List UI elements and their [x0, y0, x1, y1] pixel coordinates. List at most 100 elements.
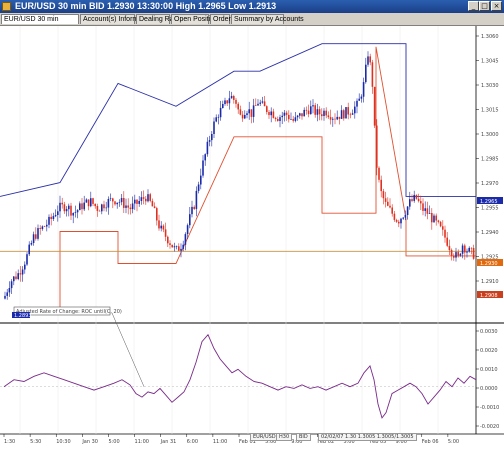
- candle-body: [63, 204, 66, 212]
- candle-body: [180, 248, 182, 251]
- candle-body: [338, 116, 341, 119]
- candle-body: [68, 205, 70, 210]
- minimize-button[interactable]: _: [468, 1, 479, 11]
- candle-body: [59, 202, 61, 212]
- chart-canvas[interactable]: 0.0030 0.0020 0.0010 0.0000 -0.0010 -0.0020 1…: [0, 26, 504, 449]
- candle-body: [189, 214, 191, 226]
- candle-body: [248, 109, 250, 114]
- indicator-pane: 0.0030 0.0020 0.0010 0.0000 -0.0010 -0.0020: [0, 312, 499, 430]
- candle-body: [76, 210, 79, 213]
- candle-body: [299, 113, 301, 116]
- candle-body: [283, 112, 286, 116]
- time-tick-label: Jan 30: [81, 439, 98, 445]
- tab-orders[interactable]: Orders: [210, 14, 234, 24]
- candle-body: [279, 117, 281, 121]
- candle-body: [208, 140, 211, 142]
- candle-body: [413, 194, 415, 201]
- price-tick-label: 1.3000: [481, 132, 499, 138]
- candle-body: [358, 98, 360, 101]
- status-datetime: 02/02/07 1.30 1.3005 1.3005/1.3005: [318, 433, 417, 441]
- tab-open-positions[interactable]: Open Positions: [171, 14, 221, 24]
- candle-body: [145, 198, 147, 202]
- candle-body: [384, 198, 387, 202]
- candle-body: [116, 202, 118, 205]
- indicator-tick-label: 0.0000: [480, 386, 498, 392]
- candle-body: [222, 104, 224, 108]
- candle-body: [422, 203, 424, 211]
- tab-accounts-information[interactable]: Account(s) Information: [80, 14, 153, 24]
- candle-body: [109, 198, 112, 199]
- candle-body: [173, 246, 176, 248]
- candle-body: [354, 106, 356, 114]
- time-tick-label: 6:00: [187, 439, 198, 445]
- time-tick-label: 10:30: [56, 439, 70, 445]
- tab-dealing-rates[interactable]: Dealing Rates: [136, 14, 183, 24]
- candle-body: [191, 206, 193, 215]
- candle-body: [158, 220, 160, 229]
- candle-body: [211, 134, 213, 141]
- candle-body: [178, 246, 180, 251]
- candle-body: [360, 96, 363, 99]
- status-mode[interactable]: BID: [296, 433, 311, 441]
- candle-body: [250, 109, 253, 117]
- marker-current-label: 1.2930: [480, 261, 498, 267]
- indicator-tick-label: -0.0010: [480, 405, 499, 411]
- close-button[interactable]: ×: [491, 1, 502, 11]
- candle-body: [147, 194, 149, 202]
- candle-body: [255, 105, 257, 106]
- candle-body: [446, 237, 448, 246]
- candle-body: [301, 113, 303, 117]
- candle-body: [151, 200, 154, 207]
- status-period[interactable]: H30: [276, 433, 293, 441]
- candle-body: [272, 111, 275, 118]
- candle-body: [457, 252, 459, 256]
- candle-body: [433, 215, 435, 223]
- candle-body: [409, 199, 411, 207]
- candle-body: [171, 244, 173, 248]
- status-bar: EUR/USD H30 BID 02/02/07 1.30 1.3005 1.3…: [200, 432, 504, 448]
- candle-body: [406, 206, 409, 215]
- tab-summary-by-accounts[interactable]: Summary by Accounts: [231, 14, 304, 24]
- candle-body: [428, 213, 431, 214]
- candle-body: [281, 115, 283, 118]
- candle-body: [261, 101, 264, 103]
- status-symbol[interactable]: EUR/USD: [250, 433, 279, 441]
- candle-body: [92, 198, 94, 204]
- candle-body: [142, 197, 145, 199]
- candle-body: [46, 224, 48, 227]
- candle-body: [228, 98, 231, 104]
- candle-body: [127, 205, 129, 208]
- candle-body: [404, 215, 407, 218]
- candle-body: [274, 117, 277, 119]
- candle-body: [107, 199, 110, 208]
- candle-body: [393, 213, 396, 220]
- candle-body: [466, 251, 468, 253]
- candle-body: [37, 228, 39, 239]
- candle-body: [246, 113, 248, 115]
- candle-body: [24, 264, 26, 270]
- candle-body: [371, 62, 374, 87]
- candle-body: [400, 218, 402, 224]
- candle-body: [52, 216, 55, 219]
- candle-body: [28, 244, 30, 255]
- candle-body: [138, 201, 140, 204]
- maximize-button[interactable]: □: [479, 1, 490, 11]
- candle-body: [226, 100, 228, 104]
- candle-body: [448, 245, 451, 250]
- candle-body: [455, 252, 457, 258]
- candle-body: [114, 201, 116, 205]
- time-tick-label: 11:00: [135, 439, 149, 445]
- tab-bar: EUR/USD 30 min Account(s) Information De…: [0, 13, 504, 26]
- candle-body: [193, 206, 195, 209]
- candle-body: [367, 56, 369, 65]
- candle-body: [21, 269, 24, 275]
- title-bar[interactable]: EUR/USD 30 min BID 1.2930 13:30:00 High …: [0, 0, 504, 13]
- tab-eurusd-chart[interactable]: EUR/USD 30 min: [1, 14, 79, 24]
- candle-body: [426, 208, 429, 214]
- candle-body: [118, 202, 121, 203]
- time-tick-label: 5:00: [108, 439, 119, 445]
- chart-area[interactable]: 0.0030 0.0020 0.0010 0.0000 -0.0010 -0.0020 1…: [0, 26, 504, 449]
- candle-body: [120, 198, 123, 203]
- candle-body: [356, 100, 358, 107]
- candle-body: [380, 179, 382, 192]
